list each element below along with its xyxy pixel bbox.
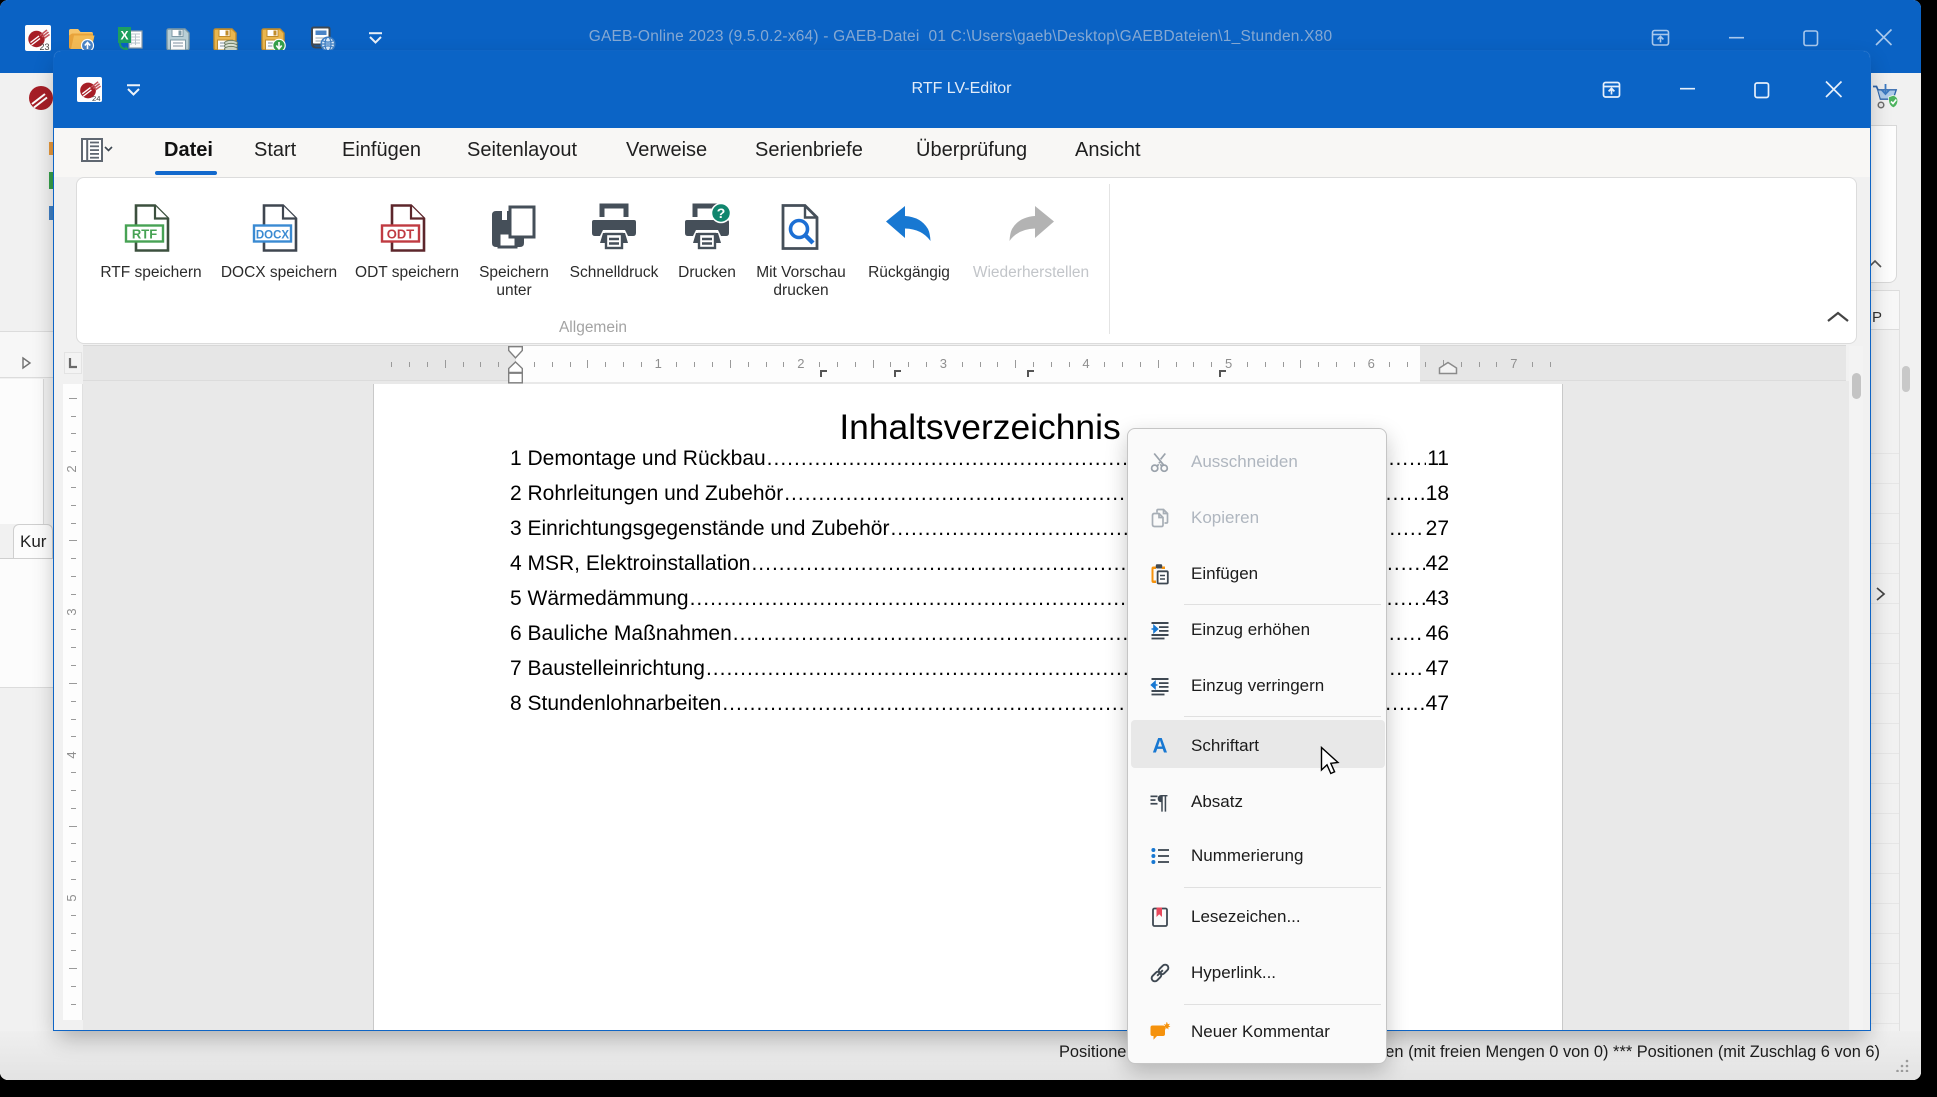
- svg-text:23: 23: [39, 42, 49, 51]
- svg-text:24: 24: [92, 94, 101, 102]
- svg-text:X: X: [120, 29, 128, 43]
- svg-text:RTF: RTF: [132, 227, 157, 242]
- svg-text:?: ?: [717, 205, 726, 221]
- svg-text:ODT: ODT: [387, 227, 415, 242]
- svg-text:¶: ¶: [1157, 792, 1168, 813]
- svg-text:DOCX: DOCX: [256, 230, 290, 242]
- svg-text:A: A: [1152, 735, 1167, 757]
